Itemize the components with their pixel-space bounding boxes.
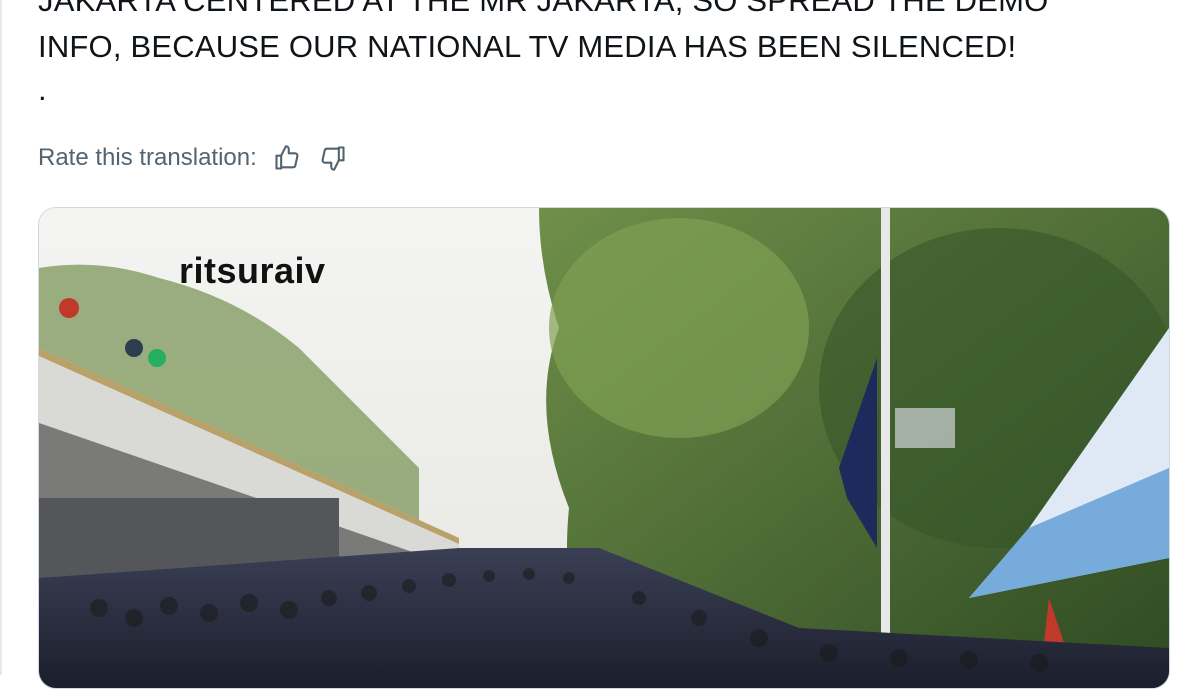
tweet-text-dot: .	[38, 72, 47, 107]
rate-translation-row: Rate this translation:	[38, 140, 349, 176]
thumbs-up-icon	[275, 145, 299, 170]
post-divider	[0, 0, 2, 675]
rate-translation-label: Rate this translation:	[38, 144, 257, 171]
tweet-media-video[interactable]: ritsuraiv	[38, 207, 1170, 689]
tweet-post: JAKARTA CENTERED AT THE MR JAKARTA, SO S…	[0, 0, 1200, 689]
video-watermark: ritsuraiv	[179, 250, 326, 291]
tweet-text: JAKARTA CENTERED AT THE MR JAKARTA, SO S…	[38, 0, 1158, 70]
tweet-text-line: JAKARTA CENTERED AT THE MR JAKARTA, SO S…	[38, 0, 1049, 18]
thumbs-down-button[interactable]	[317, 142, 349, 174]
thumbs-up-button[interactable]	[271, 142, 303, 174]
thumbs-down-icon	[321, 146, 345, 171]
tweet-text-line: INFO, BECAUSE OUR NATIONAL TV MEDIA HAS …	[38, 29, 1017, 64]
